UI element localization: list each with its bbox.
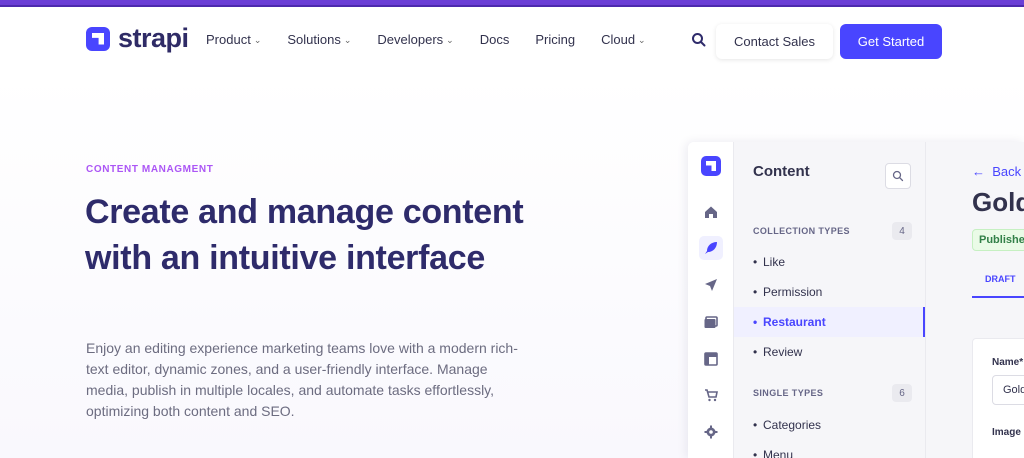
media-icon[interactable]: [699, 310, 723, 334]
back-link[interactable]: ← Back: [972, 164, 1021, 179]
contact-sales-button[interactable]: Contact Sales: [716, 24, 833, 59]
strapi-logo-icon: [701, 156, 721, 176]
hero-eyebrow: CONTENT MANAGMENT: [86, 164, 214, 175]
site-header: strapi Product ⌄ Solutions ⌄ Developers ⌄ D…: [0, 7, 1024, 72]
cart-icon[interactable]: [699, 383, 723, 407]
nav-label: Pricing: [535, 32, 576, 47]
list-item-review[interactable]: Review: [734, 337, 925, 367]
panel-title: Content: [753, 163, 810, 180]
entry-editor: ← Back Gold Publishe DRAFT Name* Gold Im…: [926, 142, 1024, 458]
nav-cloud[interactable]: Cloud ⌄: [601, 32, 646, 47]
get-started-button[interactable]: Get Started: [840, 24, 942, 59]
hero-description: Enjoy an editing experience marketing te…: [86, 340, 518, 419]
single-types-heading: SINGLE TYPES: [753, 388, 824, 398]
back-label: Back: [992, 164, 1022, 179]
search-icon[interactable]: [885, 163, 911, 189]
strapi-logo-icon: [86, 26, 110, 51]
collection-types-heading: COLLECTION TYPES: [753, 226, 850, 236]
settings-icon[interactable]: [699, 420, 723, 444]
nav-pricing[interactable]: Pricing: [535, 32, 575, 47]
search-icon[interactable]: [690, 31, 708, 49]
entry-title: Gold: [972, 187, 1024, 217]
chevron-down-icon: ⌄: [638, 35, 646, 45]
main-nav: Product ⌄ Solutions ⌄ Developers ⌄ Docs Pri…: [206, 7, 672, 72]
content-panel: Content COLLECTION TYPES 4 Like Permissi…: [734, 142, 926, 458]
nav-developers[interactable]: Developers ⌄: [377, 32, 453, 47]
hero-section: CONTENT MANAGMENT Create and manage cont…: [0, 72, 1024, 458]
strapi-logo[interactable]: strapi: [86, 25, 189, 52]
feather-icon[interactable]: [699, 236, 723, 260]
name-field[interactable]: Gold: [992, 375, 1024, 405]
admin-rail: [688, 142, 734, 458]
home-icon[interactable]: [699, 200, 723, 224]
top-accent-bar: [0, 0, 1024, 7]
name-field-label: Name*: [992, 357, 1024, 368]
list-item-like[interactable]: Like: [734, 247, 925, 277]
admin-preview: Content COLLECTION TYPES 4 Like Permissi…: [688, 142, 1024, 458]
image-field-label: Image: [992, 427, 1021, 438]
entry-form-card: Name* Gold Image: [972, 338, 1024, 458]
layout-icon[interactable]: [699, 347, 723, 371]
nav-label: Product: [206, 32, 251, 47]
list-item-categories[interactable]: Categories: [734, 410, 925, 440]
list-item-menu[interactable]: Menu: [734, 440, 925, 458]
status-badge: Publishe: [972, 229, 1024, 251]
tab-draft[interactable]: DRAFT: [972, 262, 1024, 298]
nav-product[interactable]: Product ⌄: [206, 32, 261, 47]
chevron-down-icon: ⌄: [446, 35, 454, 45]
nav-solutions[interactable]: Solutions ⌄: [287, 32, 351, 47]
nav-label: Developers: [377, 32, 444, 47]
nav-label: Solutions: [287, 32, 341, 47]
collection-types-count: 4: [892, 222, 912, 240]
nav-label: Docs: [479, 32, 510, 47]
chevron-down-icon: ⌄: [343, 35, 352, 45]
logo-text: strapi: [118, 23, 189, 53]
send-icon[interactable]: [699, 273, 723, 297]
single-types-count: 6: [892, 384, 912, 402]
hero-title: Create and manage content with an intuit…: [85, 193, 524, 277]
chevron-down-icon: ⌄: [253, 35, 262, 45]
nav-label: Cloud: [601, 32, 636, 47]
list-item-permission[interactable]: Permission: [734, 277, 925, 307]
list-item-restaurant[interactable]: Restaurant: [734, 307, 925, 337]
arrow-left-icon: ←: [972, 164, 985, 179]
nav-docs[interactable]: Docs: [480, 32, 510, 47]
